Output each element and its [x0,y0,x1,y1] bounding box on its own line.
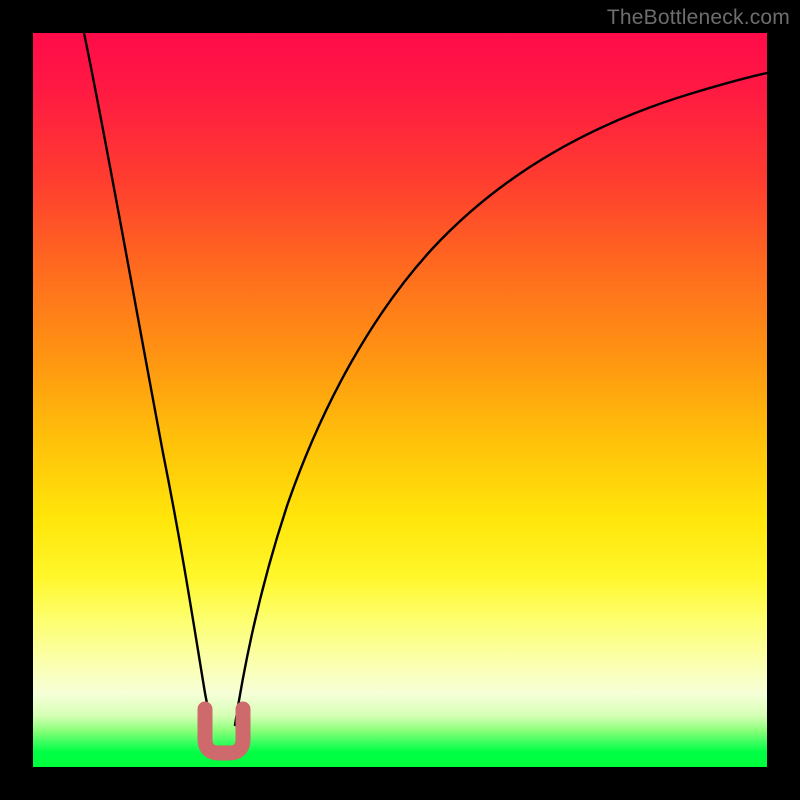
watermark-text: TheBottleneck.com [607,6,790,30]
curve-left-branch [84,33,211,725]
curve-right-branch [235,73,767,725]
bottleneck-curve [33,33,767,767]
plot-area [33,33,767,767]
trough-marker [205,709,243,753]
chart-frame: TheBottleneck.com [0,0,800,800]
